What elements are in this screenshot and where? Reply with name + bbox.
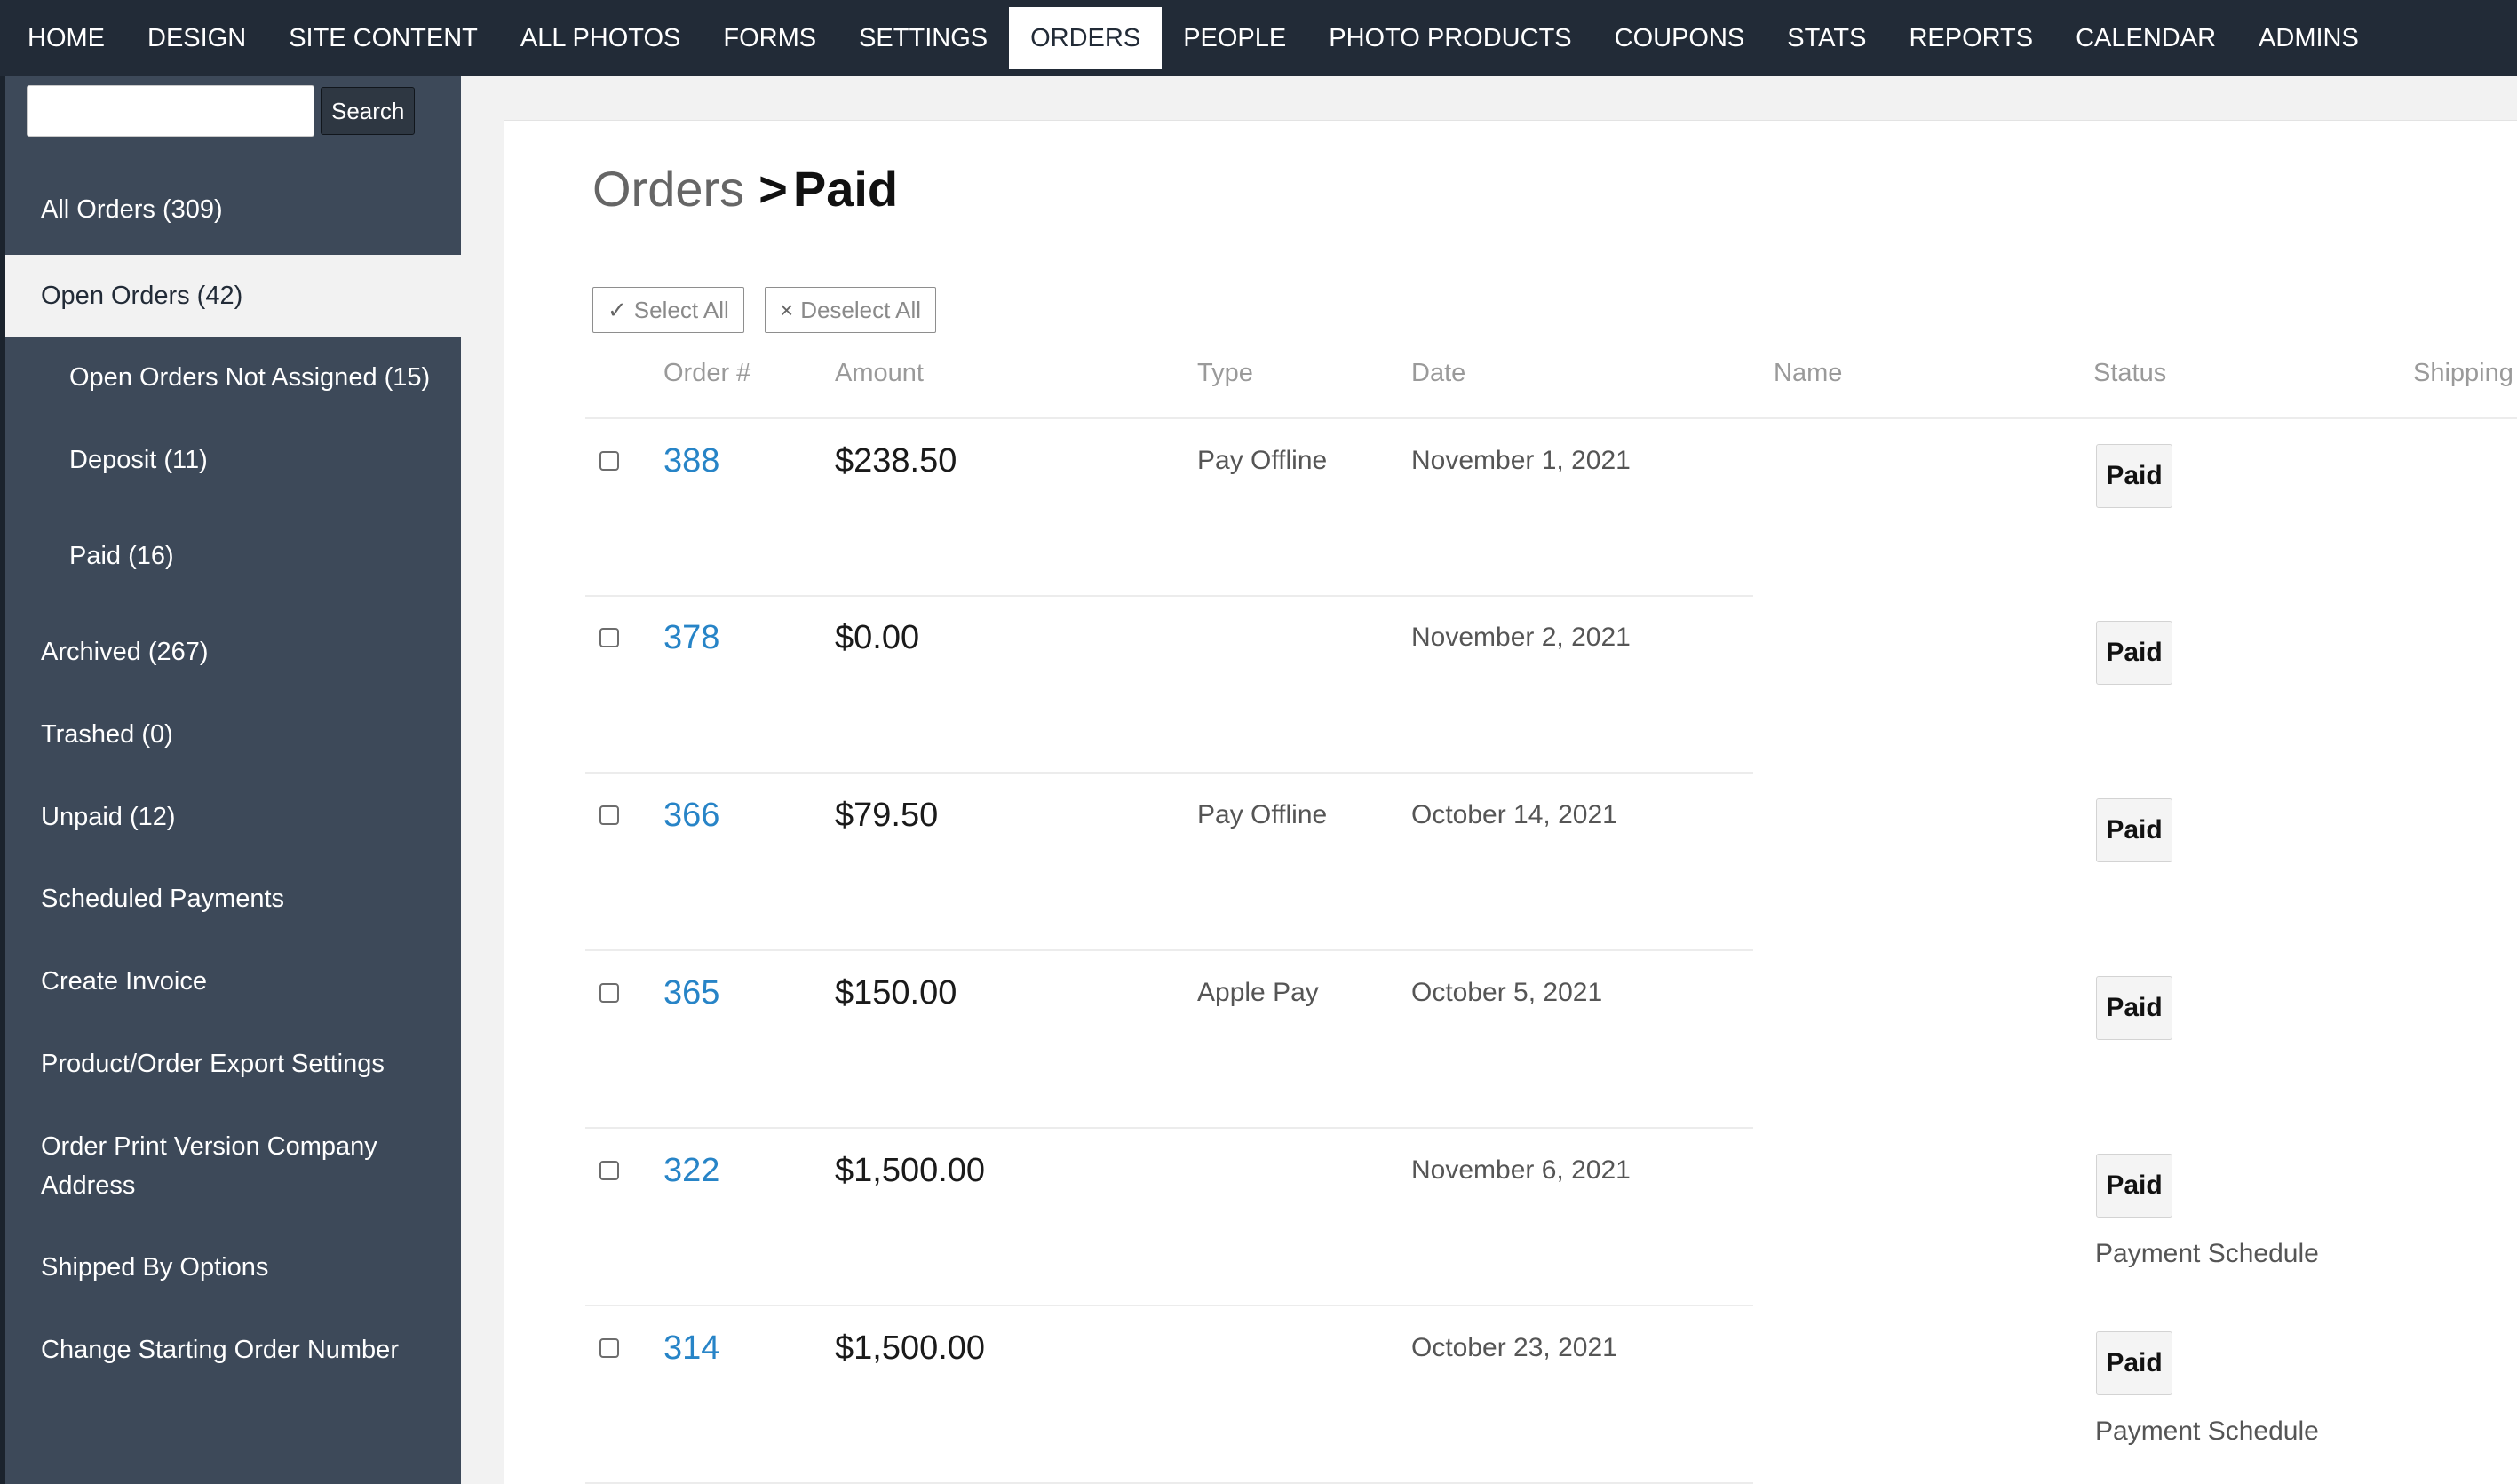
nav-people[interactable]: PEOPLE	[1162, 7, 1307, 69]
search-input[interactable]	[27, 85, 314, 137]
nav-forms[interactable]: FORMS	[702, 7, 838, 69]
column-header-amount[interactable]: Amount	[835, 359, 924, 388]
table-row: 378 $0.00 November 2, 2021 Paid	[0, 596, 2517, 774]
nav-photo-products[interactable]: PHOTO PRODUCTS	[1307, 7, 1592, 69]
row-checkbox[interactable]	[599, 805, 619, 825]
table-row: 314 $1,500.00 October 23, 2021 Paid Paym…	[0, 1306, 2517, 1484]
nav-orders[interactable]: ORDERS	[1009, 7, 1163, 69]
nav-site-content[interactable]: SITE CONTENT	[267, 7, 499, 69]
search-button[interactable]: Search	[321, 87, 416, 135]
order-type: Apple Pay	[1197, 978, 1319, 1007]
breadcrumb-orders[interactable]: Orders	[592, 161, 744, 217]
order-amount: $1,500.00	[835, 1152, 986, 1189]
order-amount: $1,500.00	[835, 1329, 986, 1367]
row-checkbox[interactable]	[599, 451, 619, 471]
nav-settings[interactable]: SETTINGS	[838, 7, 1009, 69]
order-amount: $0.00	[835, 619, 920, 656]
status-badge: Paid	[2096, 976, 2172, 1040]
status-badge: Paid	[2096, 1331, 2172, 1395]
nav-coupons[interactable]: COUPONS	[1593, 7, 1767, 69]
nav-stats[interactable]: STATS	[1766, 7, 1887, 69]
row-checkbox[interactable]	[599, 628, 619, 647]
order-amount: $79.50	[835, 797, 939, 834]
order-number-link[interactable]: 322	[663, 1152, 719, 1190]
breadcrumb-separator: >	[758, 161, 788, 217]
column-header-status[interactable]: Status	[2093, 359, 2166, 388]
select-all-label: Select All	[633, 297, 729, 323]
column-header-order[interactable]: Order #	[663, 359, 750, 388]
close-icon: ×	[780, 297, 794, 323]
order-number-link[interactable]: 365	[663, 974, 719, 1012]
deselect-all-label: Deselect All	[800, 297, 922, 323]
page-title: Orders > Paid	[592, 160, 898, 218]
deselect-all-button[interactable]: × Deselect All	[765, 287, 937, 333]
table-row: 366 $79.50 Pay Offline October 14, 2021 …	[0, 774, 2517, 951]
order-number-link[interactable]: 314	[663, 1329, 719, 1368]
table-row: 365 $150.00 Apple Pay October 5, 2021 Pa…	[0, 951, 2517, 1129]
checkmark-icon: ✓	[607, 297, 627, 323]
nav-reports[interactable]: REPORTS	[1887, 7, 2054, 69]
order-date: October 23, 2021	[1411, 1333, 1617, 1362]
column-header-type[interactable]: Type	[1197, 359, 1253, 388]
order-number-link[interactable]: 388	[663, 442, 719, 480]
table-row: 322 $1,500.00 November 6, 2021 Paid Paym…	[0, 1129, 2517, 1306]
column-header-shipping[interactable]: Shipping	[2413, 359, 2513, 388]
nav-all-photos[interactable]: ALL PHOTOS	[499, 7, 703, 69]
table-row: 388 $238.50 Pay Offline November 1, 2021…	[0, 419, 2517, 597]
column-header-name[interactable]: Name	[1774, 359, 1842, 388]
app-root: HOME DESIGN SITE CONTENT ALL PHOTOS FORM…	[0, 0, 2517, 1484]
order-date: November 1, 2021	[1411, 446, 1631, 475]
sidebar-item-open-orders-not-assigned[interactable]: Open Orders Not Assigned (15)	[5, 358, 461, 397]
column-header-date[interactable]: Date	[1411, 359, 1465, 388]
nav-admins[interactable]: ADMINS	[2237, 7, 2380, 69]
nav-home[interactable]: HOME	[6, 7, 126, 69]
order-amount: $150.00	[835, 974, 957, 1012]
order-type: Pay Offline	[1197, 800, 1328, 829]
status-badge: Paid	[2096, 798, 2172, 862]
status-badge: Paid	[2096, 1154, 2172, 1218]
sidebar-search: Search	[27, 85, 416, 137]
row-checkbox[interactable]	[599, 983, 619, 1003]
top-nav: HOME DESIGN SITE CONTENT ALL PHOTOS FORM…	[0, 0, 2517, 76]
row-checkbox[interactable]	[599, 1161, 619, 1180]
row-checkbox[interactable]	[599, 1338, 619, 1358]
order-number-link[interactable]: 366	[663, 797, 719, 835]
order-type: Pay Offline	[1197, 446, 1328, 475]
payment-schedule-note: Payment Schedule	[2095, 1239, 2319, 1268]
order-number-link[interactable]: 378	[663, 619, 719, 657]
nav-calendar[interactable]: CALENDAR	[2054, 7, 2237, 69]
status-badge: Paid	[2096, 444, 2172, 508]
order-date: October 14, 2021	[1411, 800, 1617, 829]
sidebar-item-all-orders[interactable]: All Orders (309)	[5, 190, 461, 229]
order-date: November 2, 2021	[1411, 623, 1631, 652]
order-date: October 5, 2021	[1411, 978, 1603, 1007]
select-all-button[interactable]: ✓ Select All	[592, 287, 744, 333]
nav-design[interactable]: DESIGN	[126, 7, 267, 69]
order-date: November 6, 2021	[1411, 1155, 1631, 1185]
sidebar-item-open-orders[interactable]: Open Orders (42)	[5, 255, 461, 337]
status-badge: Paid	[2096, 621, 2172, 685]
order-amount: $238.50	[835, 442, 957, 480]
breadcrumb-current: Paid	[792, 161, 899, 217]
payment-schedule-note: Payment Schedule	[2095, 1417, 2319, 1446]
